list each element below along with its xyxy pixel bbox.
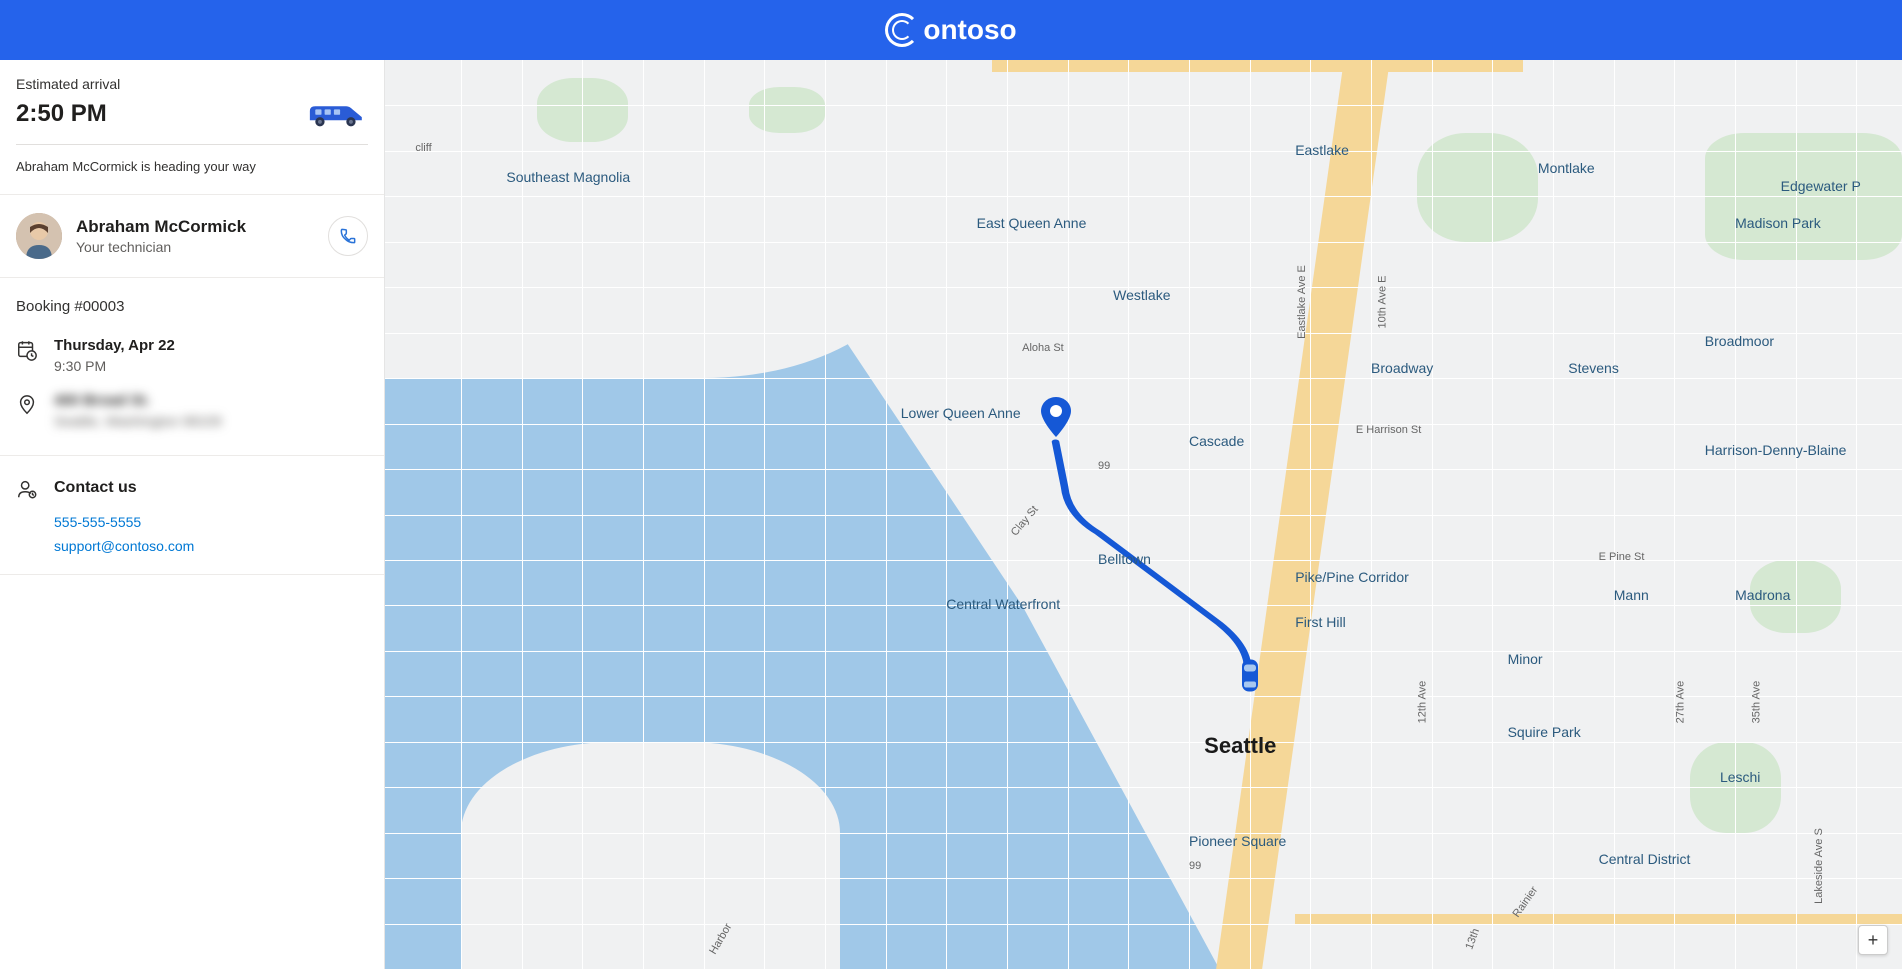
- brand-text: ontoso: [923, 14, 1016, 46]
- eta-time: 2:50 PM: [16, 100, 107, 128]
- booking-date: Thursday, Apr 22: [54, 337, 368, 354]
- booking-time: 9:30 PM: [54, 358, 368, 374]
- header: ontoso: [0, 0, 1902, 60]
- booking-datetime-row: Thursday, Apr 22 9:30 PM: [16, 337, 368, 374]
- heading-text: Abraham McCormick is heading your way: [16, 145, 368, 184]
- technician-name: Abraham McCormick: [76, 217, 314, 237]
- logo-icon: [885, 13, 919, 47]
- headset-person-icon: [16, 478, 38, 500]
- vehicle-marker: [1238, 656, 1262, 701]
- zoom-in-button[interactable]: +: [1858, 925, 1888, 955]
- address-line2: Seattle, Washington 98109: [54, 413, 368, 429]
- divider: [0, 574, 384, 575]
- address-line1: 400 Broad St.: [54, 392, 368, 409]
- destination-pin: [1041, 397, 1071, 442]
- eta-block: Estimated arrival 2:50 PM Abraham McCorm…: [0, 60, 384, 194]
- booking-number: Booking #00003: [16, 298, 368, 315]
- map[interactable]: Seattle EastlakeSoutheast MagnoliaMontla…: [385, 60, 1902, 969]
- brand-logo: ontoso: [885, 13, 1016, 47]
- sidebar: Estimated arrival 2:50 PM Abraham McCorm…: [0, 60, 385, 969]
- technician-role: Your technician: [76, 239, 314, 255]
- calendar-clock-icon: [16, 339, 38, 361]
- booking-address-row: 400 Broad St. Seattle, Washington 98109: [16, 392, 368, 429]
- contact-email-link[interactable]: support@contoso.com: [54, 538, 368, 554]
- technician-avatar: [16, 213, 62, 259]
- booking-block: Booking #00003 Thursday, Apr 22 9:30 PM: [0, 278, 384, 455]
- phone-icon: [338, 226, 358, 246]
- eta-label: Estimated arrival: [16, 76, 368, 92]
- contact-title: Contact us: [54, 479, 137, 497]
- contact-block: Contact us 555-555-5555 support@contoso.…: [0, 456, 384, 574]
- contact-phone-link[interactable]: 555-555-5555: [54, 514, 368, 530]
- technician-block: Abraham McCormick Your technician: [0, 195, 384, 277]
- call-button[interactable]: [328, 216, 368, 256]
- van-icon: [306, 98, 368, 130]
- location-pin-icon: [16, 394, 38, 416]
